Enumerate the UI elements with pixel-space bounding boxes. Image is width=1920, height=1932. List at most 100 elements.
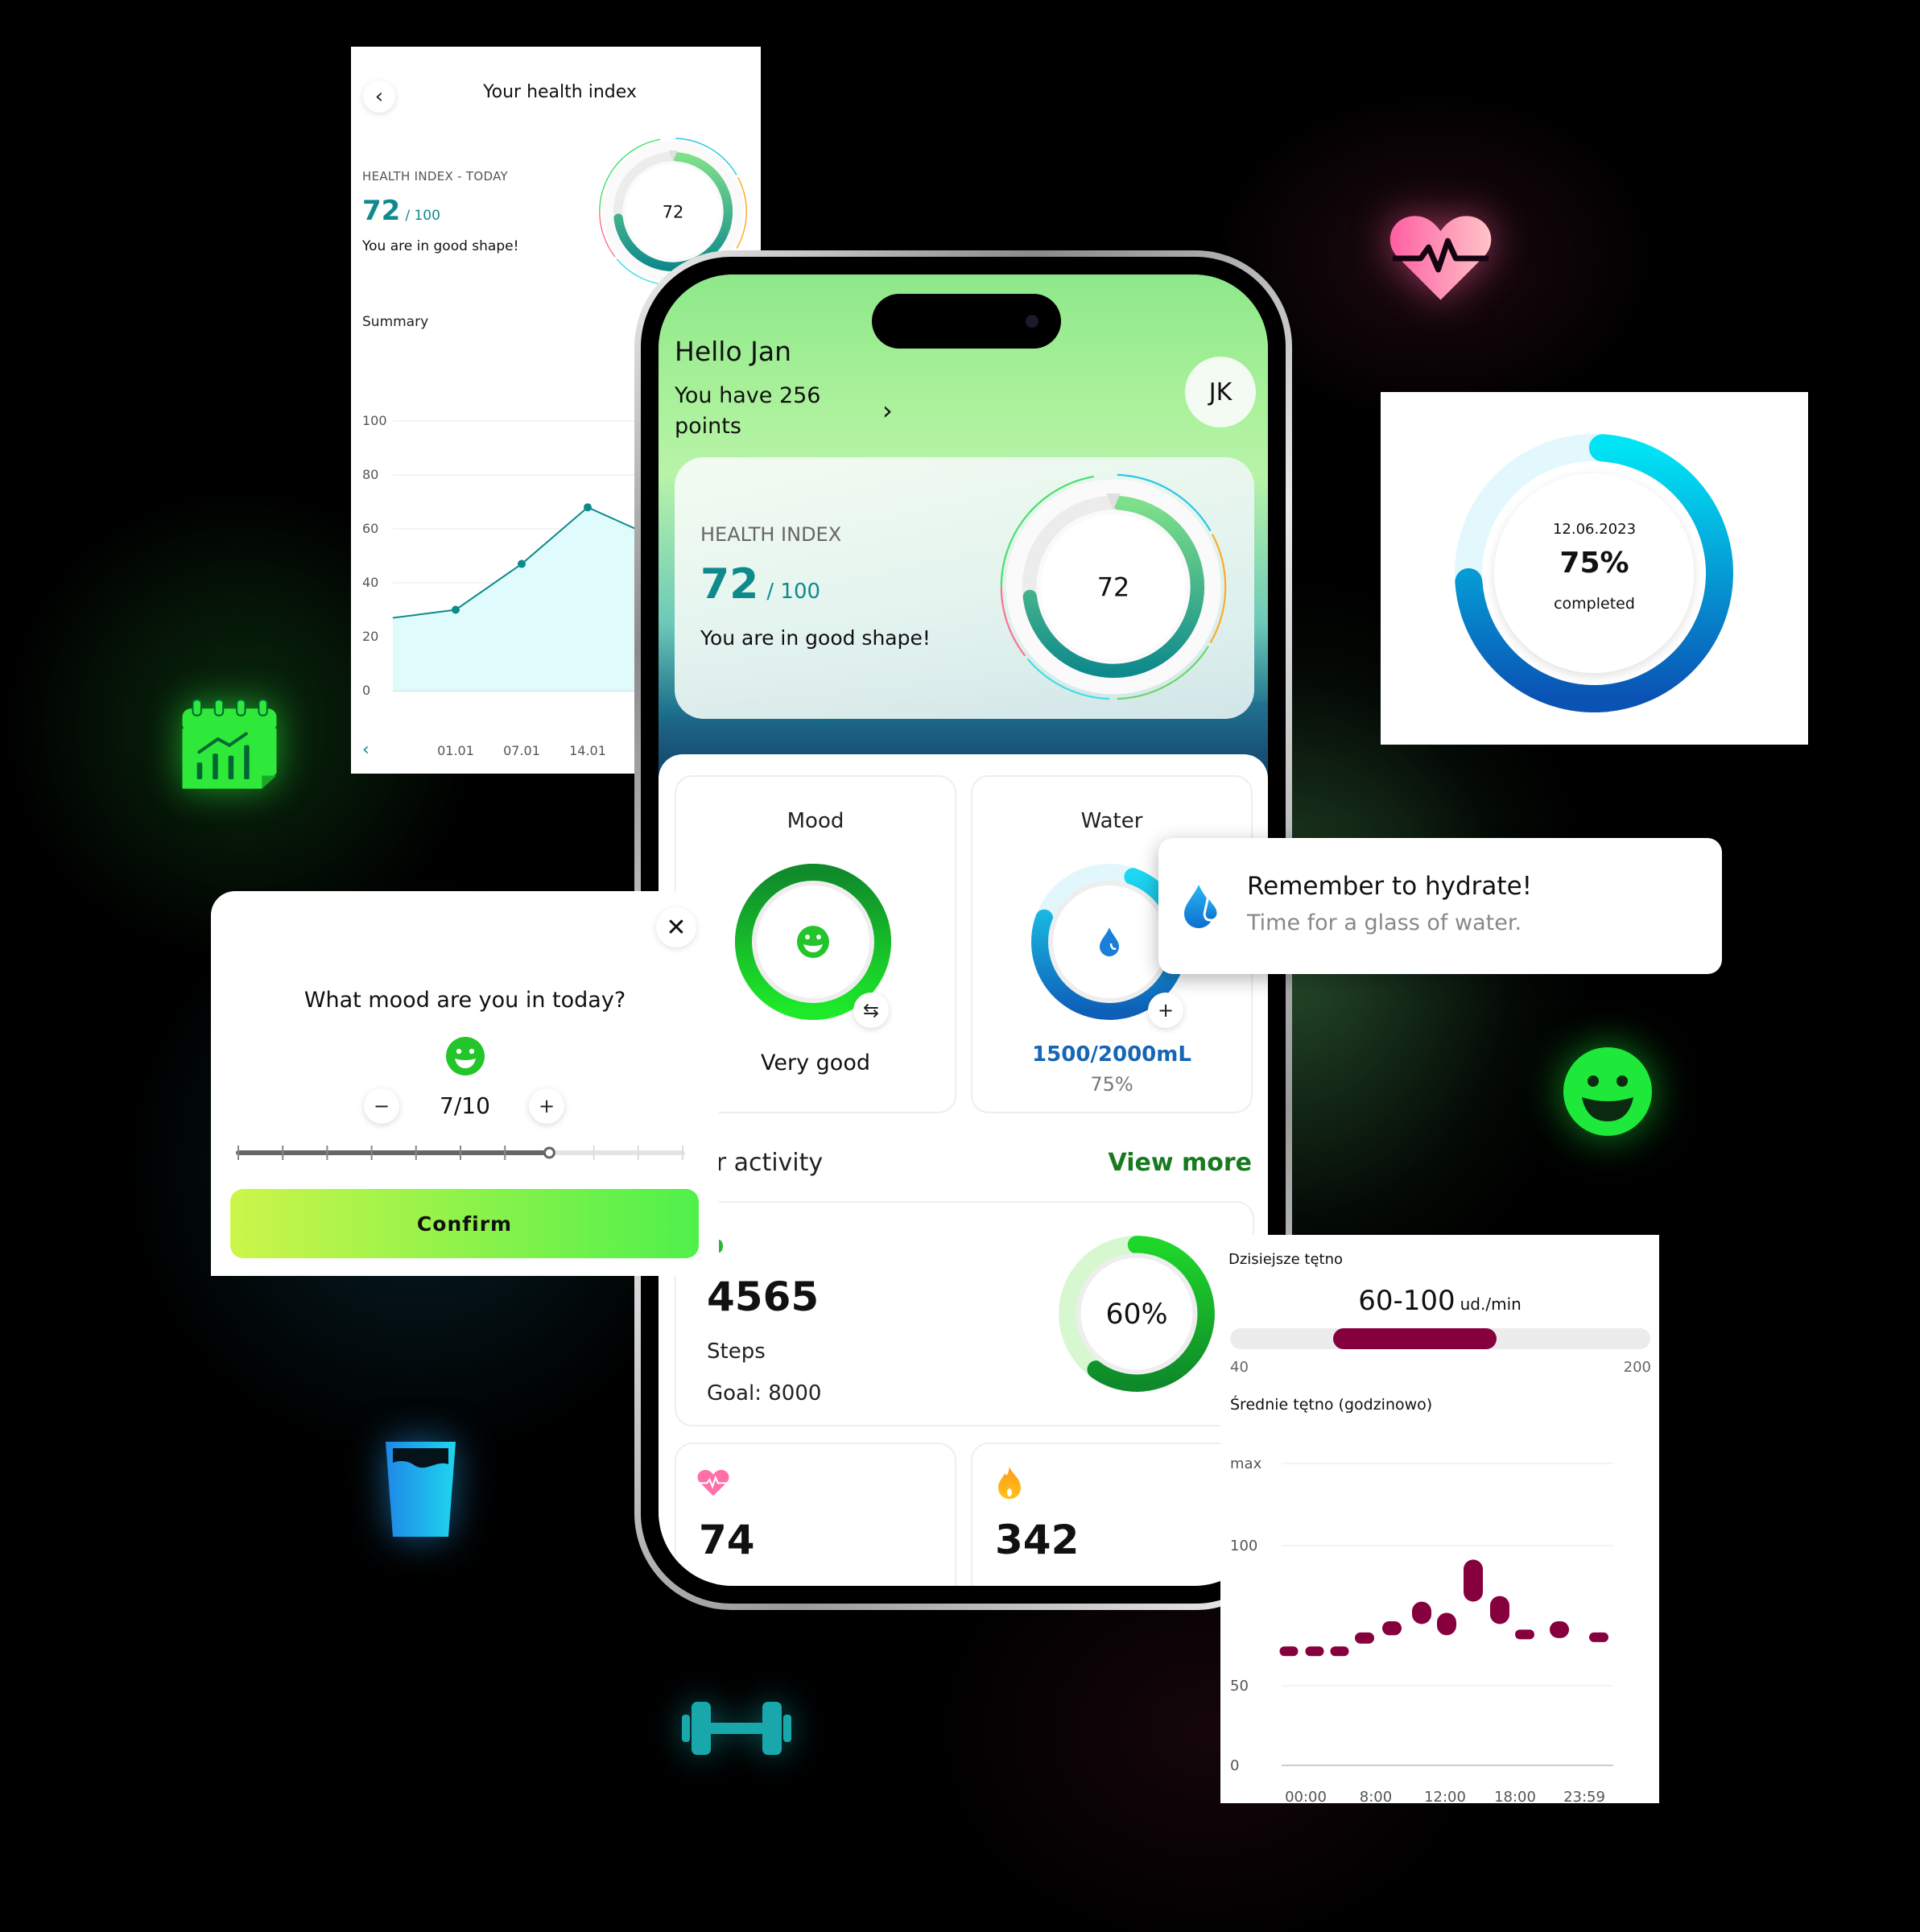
add-water-button[interactable]: + xyxy=(1148,993,1183,1028)
data-point xyxy=(584,503,592,512)
greeting: Hello Jan xyxy=(675,336,792,367)
heart-pulse-icon xyxy=(697,1470,729,1496)
plus-icon: + xyxy=(1157,999,1175,1022)
y-tick-label: 100 xyxy=(1230,1538,1257,1554)
smiley-icon xyxy=(1563,1047,1653,1137)
heart-rate-bar xyxy=(1382,1620,1402,1636)
y-tick-label: 60 xyxy=(362,521,378,536)
progress-percent: 75% xyxy=(1559,547,1629,580)
x-tick-label: 01.01 xyxy=(437,743,474,758)
y-tick-label: 100 xyxy=(362,413,387,428)
smiley-icon xyxy=(797,926,829,958)
data-point xyxy=(452,605,460,614)
x-tick-label: 8:00 xyxy=(1360,1789,1392,1803)
close-button[interactable]: ✕ xyxy=(656,907,696,947)
score-value: 72 xyxy=(700,560,759,609)
mood-slider[interactable] xyxy=(235,1137,686,1169)
hourly-heart-rate-chart: 0 50 100 max 00:00 8:00 12:00 18:00 23:59 xyxy=(1230,1455,1613,1803)
summary-label: Summary xyxy=(362,314,429,330)
scale-max-label: 200 xyxy=(1623,1359,1651,1376)
steps-goal: Goal: 8000 xyxy=(707,1381,822,1406)
increase-mood-button[interactable]: + xyxy=(529,1088,564,1124)
heart-rate-bar xyxy=(1550,1620,1569,1638)
chevron-right-icon[interactable]: › xyxy=(882,395,893,426)
steps-tile[interactable]: 4565 Steps Goal: 8000 60% xyxy=(675,1201,1254,1426)
camera-icon xyxy=(1026,315,1038,328)
water-glass-icon xyxy=(386,1442,456,1537)
heart-rate-tile[interactable]: 74 xyxy=(675,1443,956,1586)
heart-rate-range: 60-100 ud./min xyxy=(1220,1285,1659,1317)
confirm-button[interactable]: Confirm xyxy=(230,1189,699,1258)
y-tick-label: max xyxy=(1230,1455,1262,1472)
score-value: 72 xyxy=(362,195,401,227)
heart-rate-bar xyxy=(1355,1632,1374,1644)
mood-title: Mood xyxy=(787,809,844,833)
x-tick-label: 00:00 xyxy=(1285,1789,1327,1803)
steps-ring: 60% xyxy=(1059,1236,1215,1392)
heart-rate-bar xyxy=(1589,1632,1608,1642)
steps-value: 4565 xyxy=(707,1274,820,1320)
hydrate-notification[interactable]: Remember to hydrate! Time for a glass of… xyxy=(1158,838,1722,974)
flame-icon xyxy=(998,1467,1021,1499)
calories-tile[interactable]: 342 xyxy=(971,1443,1253,1586)
close-icon: ✕ xyxy=(666,913,687,942)
health-message: You are in good shape! xyxy=(700,626,931,650)
heart-pulse-icon xyxy=(1389,212,1493,303)
heart-rate-bar xyxy=(1279,1646,1299,1657)
steps-label: Steps xyxy=(707,1340,766,1364)
heart-rate-bar xyxy=(1515,1629,1534,1640)
health-index-label: HEALTH INDEX - TODAY xyxy=(362,169,508,184)
x-tick-label: 18:00 xyxy=(1494,1789,1536,1803)
heart-rate-bar xyxy=(1490,1596,1509,1624)
heart-rate-bar xyxy=(1437,1612,1456,1636)
calories-value: 342 xyxy=(995,1517,1080,1563)
hourly-chart-title: Średnie tętno (godzinowo) xyxy=(1230,1396,1433,1414)
y-tick-label: 40 xyxy=(362,575,378,590)
heart-rate-bar xyxy=(1412,1601,1431,1624)
slider-thumb[interactable] xyxy=(543,1146,555,1159)
heart-rate-bar xyxy=(1464,1559,1483,1602)
x-tick-label: 14.01 xyxy=(569,743,606,758)
mood-value: 7/10 xyxy=(440,1092,490,1119)
score-max: / 100 xyxy=(405,208,440,224)
mood-dialog: ✕ What mood are you in today? − 7/10 + C… xyxy=(211,891,719,1276)
notification-title: Remember to hydrate! xyxy=(1247,872,1533,901)
gauge-value: 72 xyxy=(663,203,684,222)
heart-rate-bar xyxy=(1330,1646,1349,1657)
scale-min-label: 40 xyxy=(1230,1359,1249,1376)
progress-card: 12.06.2023 75% completed xyxy=(1381,392,1808,745)
y-tick-label: 0 xyxy=(1230,1757,1239,1774)
progress-caption: completed xyxy=(1554,595,1635,613)
x-tick-label: 12:00 xyxy=(1424,1789,1466,1803)
notification-body: Time for a glass of water. xyxy=(1247,910,1522,935)
health-index-card[interactable]: HEALTH INDEX 72 / 100 You are in good sha… xyxy=(675,457,1254,719)
y-tick-label: 80 xyxy=(362,467,378,482)
chevron-left-icon: ‹ xyxy=(362,740,370,760)
view-more-link[interactable]: View more xyxy=(1109,1149,1253,1177)
health-index-label: HEALTH INDEX xyxy=(700,523,842,546)
water-drop-icon xyxy=(1184,885,1220,928)
steps-percent: 60% xyxy=(1105,1298,1167,1331)
heart-rate-range-fill xyxy=(1332,1328,1497,1349)
swap-mood-button[interactable]: ⇆ xyxy=(853,993,889,1028)
smiley-icon xyxy=(446,1037,485,1075)
mood-question: What mood are you in today? xyxy=(303,988,626,1013)
score-max: / 100 xyxy=(766,580,821,604)
panel-title: Your health index xyxy=(483,82,637,102)
water-amount: 1500/2000mL xyxy=(1032,1042,1191,1067)
avatar[interactable]: JK xyxy=(1185,357,1256,427)
heart-rate-bar xyxy=(1305,1646,1324,1657)
heart-rate-title: Dzisiejsze tętno xyxy=(1228,1251,1343,1268)
dumbbell-icon xyxy=(682,1702,791,1755)
health-index-gauge: 72 xyxy=(1000,473,1227,700)
gauge-value: 72 xyxy=(1097,572,1130,603)
y-tick-label: 50 xyxy=(1230,1678,1249,1695)
heart-rate-value: 74 xyxy=(699,1517,755,1563)
health-index-score: 72/ 100 xyxy=(362,195,440,227)
water-title: Water xyxy=(1080,809,1143,833)
swap-icon: ⇆ xyxy=(862,999,880,1022)
points-link[interactable]: You have 256 points xyxy=(675,381,836,442)
water-percent: 75% xyxy=(1090,1073,1133,1096)
health-message: You are in good shape! xyxy=(362,238,519,254)
data-point xyxy=(518,559,526,568)
